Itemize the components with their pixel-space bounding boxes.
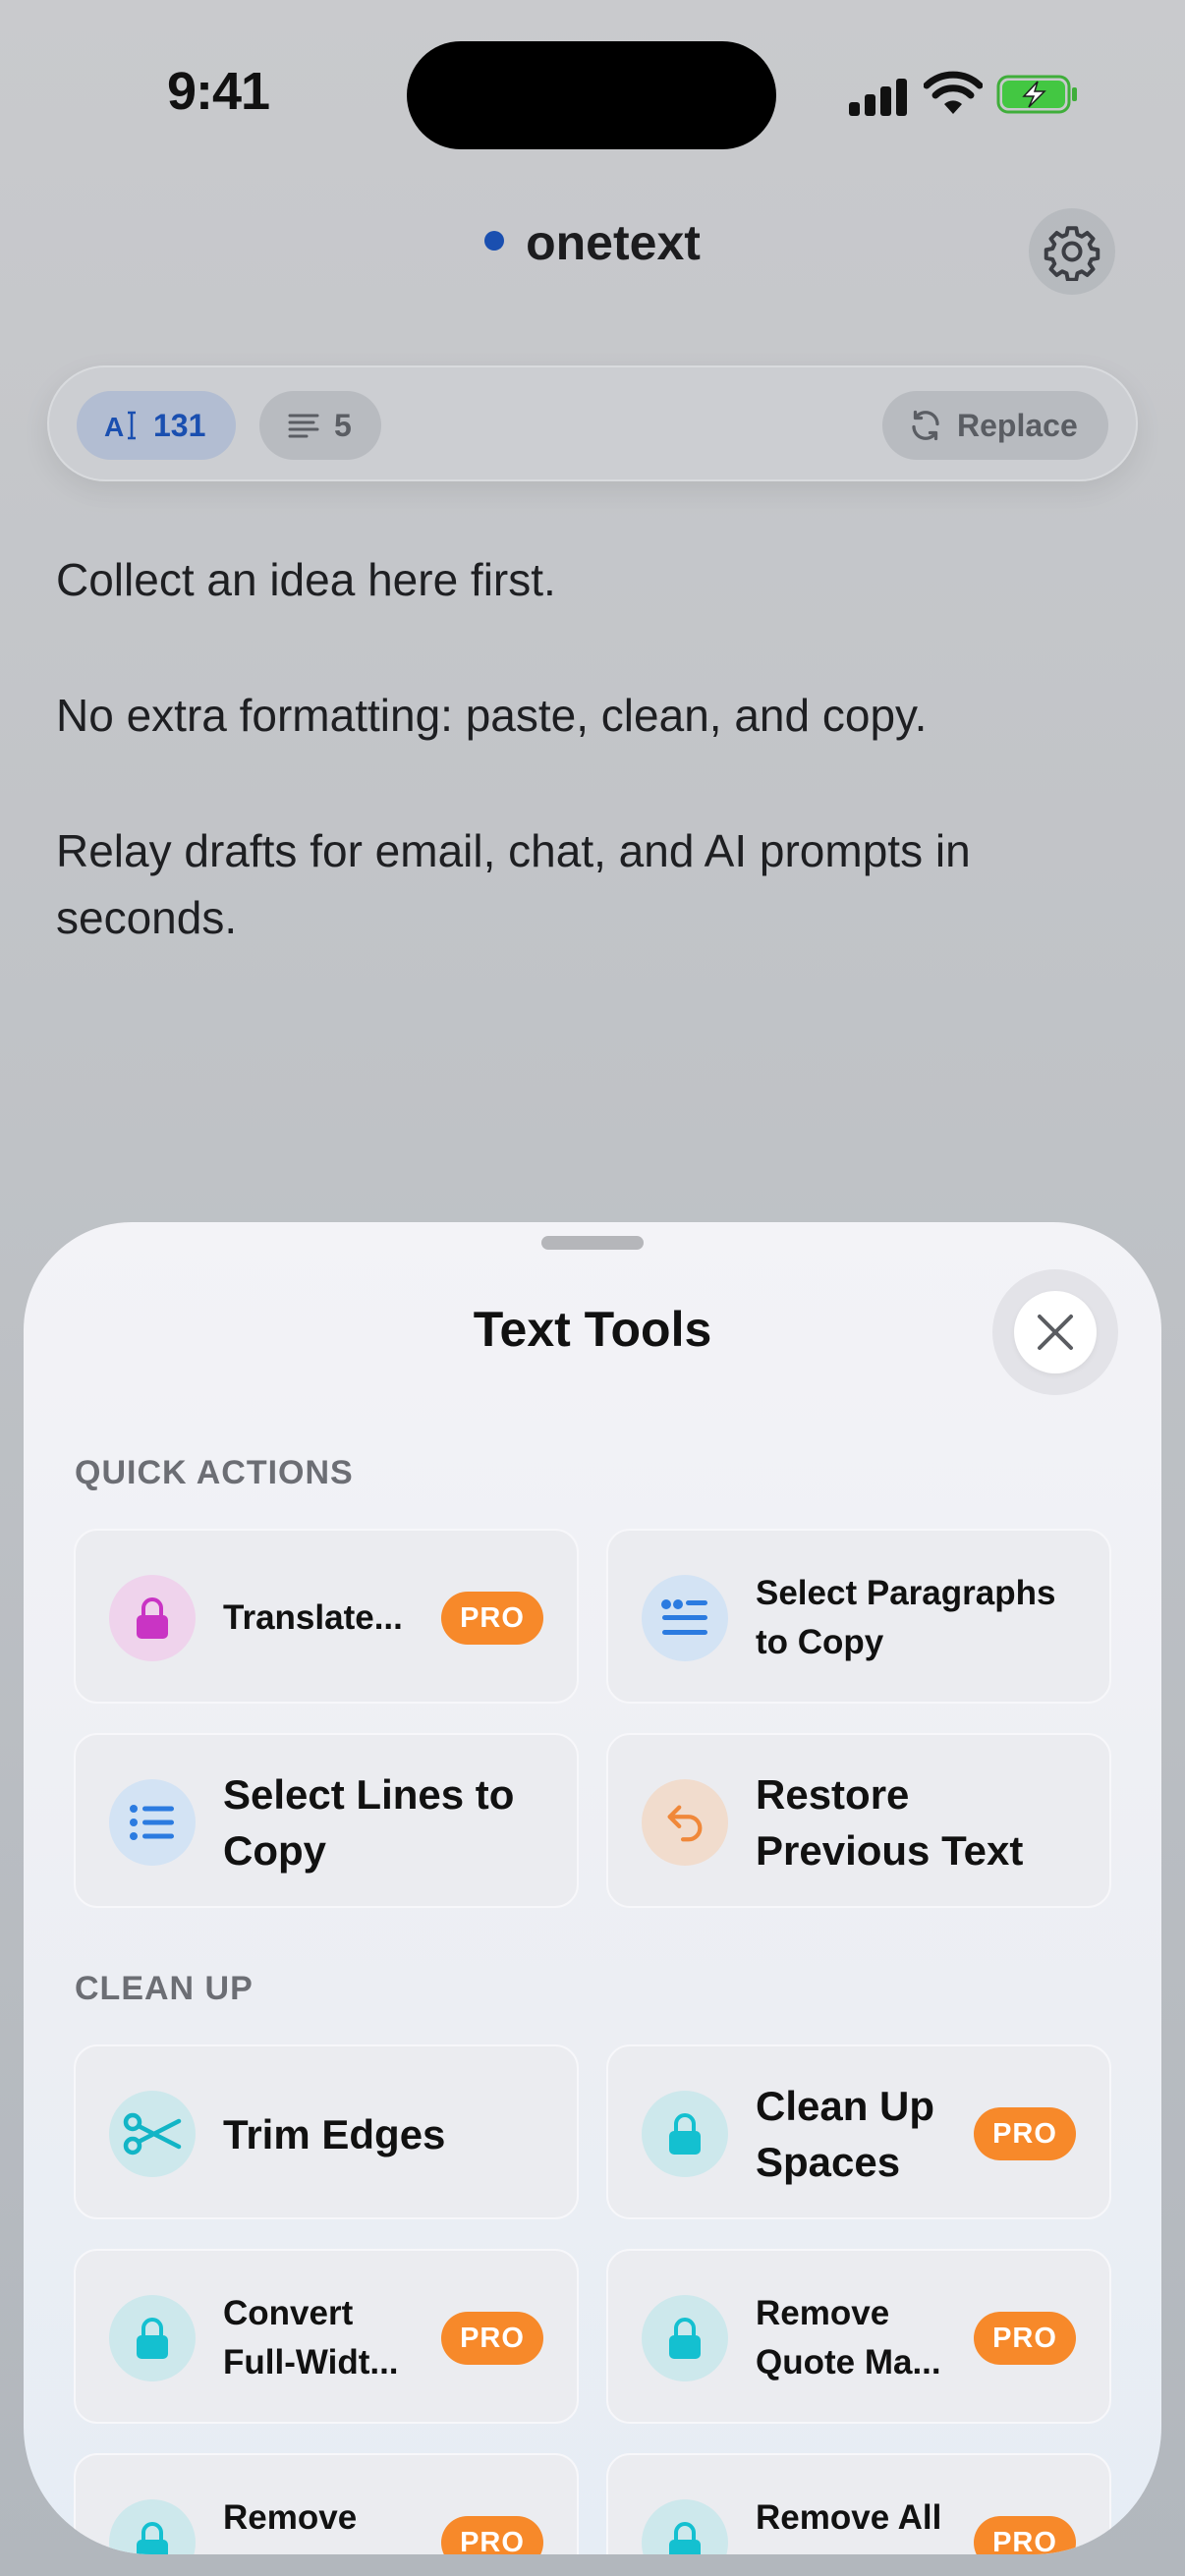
- text-cursor-icon: A: [104, 411, 136, 442]
- dynamic-island: [407, 41, 776, 149]
- tool-clean-spaces[interactable]: Clean Up Spaces PRO: [606, 2044, 1111, 2219]
- tool-label: Trim Edges: [223, 2111, 446, 2157]
- svg-text:A: A: [104, 412, 124, 442]
- tool-icon-bg: [109, 1575, 196, 1661]
- lock-icon: [669, 2318, 701, 2359]
- tool-icon-bg: [642, 2295, 728, 2381]
- tool-translate[interactable]: Translate... PRO: [74, 1529, 579, 1704]
- app-title: onetext: [0, 214, 1185, 271]
- pro-badge: PRO: [441, 1592, 543, 1645]
- section-quick-actions: QUICK ACTIONS: [75, 1454, 354, 1491]
- gear-icon: [1044, 226, 1100, 281]
- tool-label: Select Lines to Copy: [223, 1771, 515, 1874]
- refresh-icon: [912, 410, 939, 441]
- sheet-title: Text Tools: [473, 1302, 712, 1357]
- tool-label: Translate...: [223, 1598, 403, 1637]
- lock-icon: [137, 1597, 168, 1639]
- tool-trim-edges[interactable]: Trim Edges: [74, 2044, 579, 2219]
- tool-icon-bg: [109, 2499, 196, 2554]
- app-title-text: onetext: [526, 215, 701, 270]
- character-count-chip[interactable]: A 131: [77, 391, 236, 460]
- editor-paragraph: Collect an idea here first.: [56, 554, 556, 605]
- lock-icon: [137, 2318, 168, 2359]
- tool-icon-bg: [109, 2295, 196, 2381]
- tool-label: Restore Previous Text: [756, 1771, 1024, 1874]
- tool-label: Select Paragraphs to Copy: [756, 1574, 1056, 1661]
- editor-paragraph: No extra formatting: paste, clean, and c…: [56, 690, 928, 741]
- pro-badge: PRO: [441, 2312, 543, 2365]
- tool-select-paragraphs[interactable]: Select Paragraphs to Copy: [606, 1529, 1111, 1704]
- tool-label: Clean Up Spaces: [756, 2083, 935, 2185]
- close-button-ring: [992, 1269, 1118, 1395]
- scissors-icon: [123, 2112, 182, 2156]
- section-clean-up: CLEAN UP: [75, 1970, 254, 2007]
- pro-badge: PRO: [441, 2516, 543, 2554]
- tool-icon-bg: [642, 2091, 728, 2177]
- close-button[interactable]: [1014, 1291, 1097, 1373]
- tool-restore-previous[interactable]: Restore Previous Text: [606, 1733, 1111, 1908]
- editor-toolbar: A 131 5 Replace: [47, 365, 1138, 481]
- pro-badge: PRO: [974, 2107, 1076, 2160]
- list-icon: [130, 1805, 174, 1840]
- tool-convert-full-width[interactable]: Convert Full-Widt... PRO: [74, 2249, 579, 2424]
- tool-icon-bg: [109, 2091, 196, 2177]
- undo-arrow-icon: [667, 1805, 703, 1842]
- replace-button[interactable]: Replace: [882, 391, 1108, 460]
- character-count: 131: [153, 407, 206, 443]
- tool-remove-quote-marks[interactable]: Remove Quote Ma... PRO: [606, 2249, 1111, 2424]
- tool-label: Remove Quote Ma...: [756, 2294, 941, 2381]
- pro-badge: PRO: [974, 2312, 1076, 2365]
- line-count: 5: [334, 407, 352, 443]
- status-dot: [484, 230, 505, 251]
- lock-icon: [669, 2522, 701, 2554]
- editor-paragraph: Relay drafts for email, chat, and AI pro…: [56, 825, 971, 943]
- battery-charging-icon: [996, 75, 1077, 114]
- close-icon: [1038, 1315, 1073, 1350]
- tool-remove[interactable]: Remove PRO: [74, 2453, 579, 2554]
- tool-label: Convert Full-Widt...: [223, 2294, 399, 2381]
- tool-icon-bg: [642, 1575, 728, 1661]
- tool-label: Remove All: [756, 2498, 942, 2537]
- wifi-icon: [924, 71, 983, 114]
- line-count-chip[interactable]: 5: [259, 391, 381, 460]
- lock-icon: [137, 2522, 168, 2554]
- cellular-signal-icon: [849, 79, 908, 116]
- lock-icon: [669, 2113, 701, 2155]
- sheet-grabber[interactable]: [541, 1236, 644, 1250]
- pro-badge: PRO: [974, 2516, 1076, 2554]
- text-editor[interactable]: Collect an idea here first. No extra for…: [56, 546, 1127, 951]
- tool-remove-all[interactable]: Remove All PRO: [606, 2453, 1111, 2554]
- quote-paragraph-icon: [661, 1599, 707, 1635]
- tool-icon-bg: [642, 2499, 728, 2554]
- replace-label: Replace: [957, 407, 1078, 443]
- text-tools-sheet: Text Tools QUICK ACTIONS Translate... PR…: [24, 1222, 1161, 2554]
- tool-label: Remove: [223, 2498, 358, 2537]
- tool-icon-bg: [642, 1779, 728, 1866]
- status-bar: 9:41: [0, 0, 1185, 187]
- lines-icon: [288, 414, 319, 438]
- settings-button[interactable]: [1029, 208, 1115, 295]
- status-time: 9:41: [167, 62, 270, 121]
- tool-select-lines[interactable]: Select Lines to Copy: [74, 1733, 579, 1908]
- tool-icon-bg: [109, 1779, 196, 1866]
